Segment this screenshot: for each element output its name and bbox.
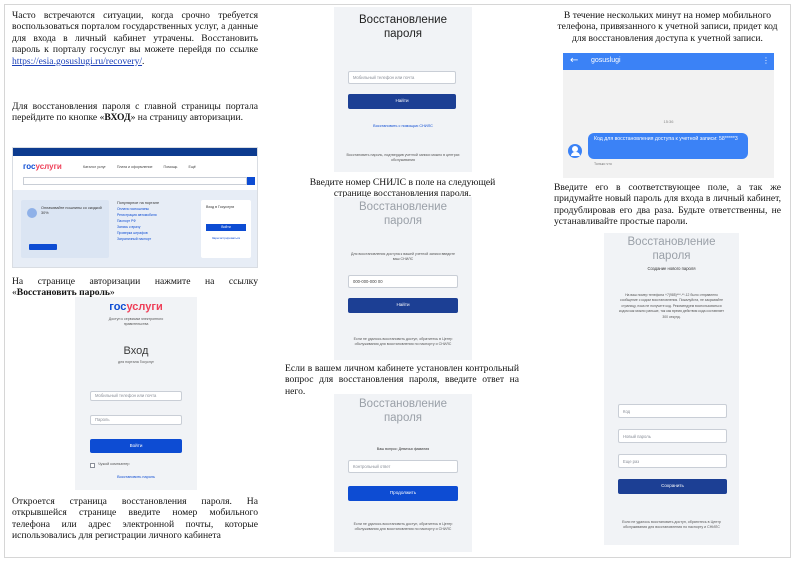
snils-find-button[interactable]: Найти [348, 298, 458, 313]
nav-item[interactable]: Помощь [164, 165, 178, 169]
title-line: Восстановление [359, 398, 447, 410]
code-input[interactable]: Код [618, 404, 727, 418]
new-password-note: Если не удалось восстановить доступ, обр… [622, 520, 721, 529]
portal-search-input[interactable] [23, 177, 247, 185]
intro-text: Часто встречаются ситуации, когда срочно… [12, 10, 258, 56]
snils-input[interactable]: 000-000-000 00 [348, 275, 458, 288]
paragraph-question-step: Если в вашем личном кабинете установлен … [285, 363, 519, 397]
paragraph-new-password-step: Введите его в соответствующее поле, а та… [554, 182, 781, 228]
recovery-question-title: Восстановление пароля [334, 397, 472, 425]
title-line: пароля [383, 215, 423, 227]
document-page: Часто встречаются ситуации, когда срочно… [0, 0, 795, 561]
banner-icon [27, 208, 37, 218]
login-box-title: Вход в Госуслуги [206, 205, 235, 209]
sms-sender: gosuslugi [591, 57, 621, 64]
continue-button[interactable]: Продолжить [348, 486, 458, 501]
recovery-snils-title: Восстановление пароля [334, 200, 472, 228]
sms-status: Только что [594, 162, 612, 166]
more-icon[interactable]: ⋮ [762, 56, 770, 65]
recovery-question-screenshot: Восстановление пароля Ваш вопрос: Девичь… [334, 394, 472, 552]
new-password-title: Восстановление пароля [604, 235, 739, 263]
portal-topbar [13, 148, 257, 156]
paragraph-intro: Часто встречаются ситуации, когда срочно… [12, 10, 258, 67]
checkbox-label: Чужой компьютер [98, 462, 130, 466]
portal-logo: госуслуги [23, 162, 62, 171]
portal-register-link[interactable]: Зарегистрироваться [206, 236, 246, 240]
control-question: Ваш вопрос: Девичья фамилия [376, 447, 430, 451]
paragraph-recovery-step: Откроется страница восстановления пароля… [12, 496, 258, 542]
control-answer-input[interactable]: Контрольный ответ [348, 460, 458, 473]
recovery-phone-screenshot: Восстановление пароля Мобильный телефон … [334, 7, 472, 172]
title-line: пароля [383, 412, 423, 424]
login-phone-input[interactable]: Мобильный телефон или почта [90, 391, 182, 401]
intro-end: . [142, 55, 145, 67]
sms-time: 15:36 [663, 119, 674, 124]
recovery-step-text: Откроется страница восстановления пароля… [12, 496, 258, 542]
sms-screenshot: ← gosuslugi ⋮ 15:36 Код для восстановлен… [563, 53, 774, 178]
back-arrow-icon[interactable]: ← [570, 55, 578, 66]
nav-item[interactable]: Каталог услуг [83, 165, 106, 169]
new-password-step-text: Введите его в соответствующее поле, а та… [554, 182, 781, 228]
login-caption: для портала Госуслуг [118, 360, 154, 364]
restore-password-link[interactable]: Восстановить пароль [75, 475, 197, 479]
snils-note: Если не удалось восстановить доступ, обр… [353, 337, 453, 346]
question-note: Если не удалось восстановить доступ, обр… [353, 522, 453, 531]
portal-login-button[interactable]: Войти [206, 224, 246, 231]
sms-message-bubble: Код для восстановления доступа к учетной… [588, 133, 748, 159]
banner-button[interactable] [29, 244, 57, 250]
title-line: Восстановление [627, 236, 716, 248]
new-password-subtitle: Создание нового пароля [647, 266, 696, 271]
new-password-screenshot: Восстановление пароля Создание нового па… [604, 233, 739, 545]
recovery-phone-title: Восстановление пароля [334, 13, 472, 41]
login-submit-button[interactable]: Войти [90, 439, 182, 453]
paragraph-auth-step: На странице авторизации нажмите на ссылк… [12, 276, 258, 299]
recovery-phone-note: Восстановить пароль, подтвердив учетной … [346, 153, 460, 162]
portal-banner: Оплачивайте пошлины со скидкой 30% [21, 200, 109, 258]
popular-list: Популярное на портале Оплата госпошлины … [117, 200, 197, 242]
recovery-find-button[interactable]: Найти [348, 94, 456, 109]
code-step-text: В течение нескольких минут на номер моби… [557, 10, 778, 44]
nav-item[interactable]: Ещё [188, 165, 195, 169]
question-step-text: Если в вашем личном кабинете установлен … [285, 363, 519, 397]
title-line: пароля [652, 250, 691, 262]
avatar [568, 144, 582, 158]
snils-hint: Для восстановления доступа к вашей учетн… [350, 252, 456, 261]
recovery-phone-input[interactable]: Мобильный телефон или почта [348, 71, 456, 84]
paragraph-code-step: В течение нескольких минут на номер моби… [554, 10, 781, 44]
portal-content: Оплачивайте пошлины со скидкой 30% Попул… [13, 190, 257, 267]
recovery-link[interactable]: https://esia.gosuslugi.ru/recovery/ [12, 56, 142, 67]
avatar-body-icon [570, 152, 580, 156]
portal-nav: Каталог услуг Плата и оформление Помощь … [83, 165, 253, 169]
repeat-password-input[interactable]: Еще раз [618, 454, 727, 468]
popular-item[interactable]: Заграничный паспорт [117, 236, 197, 242]
login-logo: госуслуги [109, 301, 163, 313]
portal-search-button[interactable] [247, 177, 255, 185]
login-screenshot: госуслуги Доступ к сервисам электронного… [75, 297, 197, 490]
portal-screenshot: госуслуги Каталог услуг Плата и оформлен… [12, 147, 258, 268]
save-password-button[interactable]: Сохранить [618, 479, 727, 494]
banner-title: Оплачивайте пошлины со скидкой 30% [41, 206, 102, 215]
title-line: Восстановление [359, 14, 447, 26]
recovery-snils-screenshot: Восстановление пароля Для восстановления… [334, 197, 472, 360]
new-password-input[interactable]: Новый пароль [618, 429, 727, 443]
login-password-input[interactable]: Пароль [90, 415, 182, 425]
paragraph-login-step: Для восстановления пароля с главной стра… [12, 101, 258, 124]
new-password-info: На ваш номер телефона +7(985)***-**-12 б… [619, 293, 724, 319]
foreign-computer-checkbox[interactable] [90, 463, 95, 468]
title-line: пароля [383, 28, 423, 40]
portal-login-box: Вход в Госуслуги Войти Зарегистрироватьс… [201, 200, 251, 258]
login-title: Вход [123, 345, 149, 357]
login-step-bold: ВХОД [104, 112, 131, 124]
login-subtitle: Доступ к сервисам электронного правитель… [108, 317, 164, 326]
nav-item[interactable]: Плата и оформление [117, 165, 153, 169]
login-step-end: » на страницу авторизации. [130, 112, 243, 124]
recovery-snils-link[interactable]: Восстановить с помощью СНИЛС [334, 124, 472, 128]
title-line: Восстановление [359, 201, 447, 213]
